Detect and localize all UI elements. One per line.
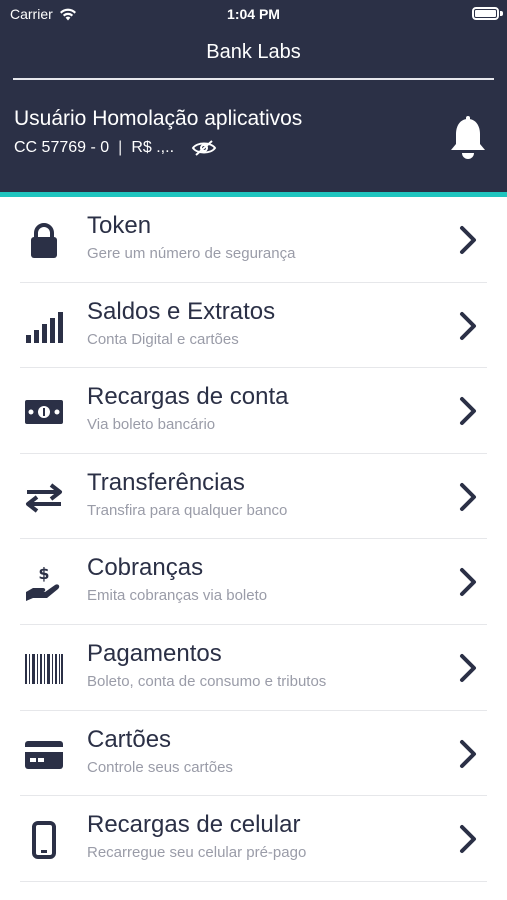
chevron-right-icon <box>460 653 476 682</box>
menu-item-cartoes[interactable]: Cartões Controle seus cartões <box>0 711 507 797</box>
chevron-right-icon <box>460 568 476 597</box>
bell-icon[interactable] <box>448 116 488 162</box>
row-divider <box>20 880 487 882</box>
title-divider <box>13 78 494 80</box>
chevron-right-icon <box>460 739 476 768</box>
menu-item-recargas-conta[interactable]: Recargas de conta Via boleto bancário <box>0 368 507 454</box>
menu-item-cobrancas[interactable]: $ Cobranças Emita cobranças via boleto <box>0 539 507 625</box>
menu-item-title: Cartões <box>87 725 172 753</box>
eye-slash-icon[interactable] <box>191 138 217 158</box>
menu-item-title: Recargas de celular <box>87 811 301 839</box>
menu-item-title: Token <box>87 212 152 239</box>
svg-text:$: $ <box>38 564 49 583</box>
battery-icon <box>472 7 499 20</box>
menu-item-saldos-extratos[interactable]: Saldos e Extratos Conta Digital e cartõe… <box>0 283 507 369</box>
user-name: Usuário Homolação aplicativos <box>14 107 303 130</box>
menu-item-recargas-celular[interactable]: Recargas de celular Recarregue seu celul… <box>0 796 507 882</box>
menu-item-title: Pagamentos <box>87 639 222 667</box>
chevron-right-icon <box>460 482 476 511</box>
account-separator: | <box>118 139 123 156</box>
menu-item-title: Cobranças <box>87 554 204 582</box>
chevron-right-icon <box>460 825 476 854</box>
credit-card-icon <box>24 735 64 775</box>
main-menu: Token Gere um número de segurança Saldos… <box>0 197 507 882</box>
barcode-icon <box>24 649 64 689</box>
menu-item-token[interactable]: Token Gere um número de segurança <box>0 197 507 283</box>
menu-item-title: Saldos e Extratos <box>87 297 276 325</box>
mobile-phone-icon <box>24 820 64 860</box>
account-number: CC 57769 - 0 <box>14 139 110 156</box>
chevron-right-icon <box>460 397 476 426</box>
menu-item-transferencias[interactable]: Transferências Transfira para qualquer b… <box>0 454 507 540</box>
account-info: CC 57769 - 0 | R$ .,.. <box>14 138 217 158</box>
menu-item-subtitle: Conta Digital e cartões <box>87 330 239 348</box>
account-balance: R$ .,.. <box>131 139 175 156</box>
lock-icon <box>24 221 64 261</box>
menu-item-title: Transferências <box>87 468 245 496</box>
battery-tip <box>500 11 503 16</box>
menu-item-subtitle: Via boleto bancário <box>87 416 216 434</box>
signal-bars-icon <box>24 307 64 347</box>
menu-item-pagamentos[interactable]: Pagamentos Boleto, conta de consumo e tr… <box>0 625 507 711</box>
chevron-right-icon <box>460 226 476 254</box>
menu-item-subtitle: Gere um número de segurança <box>87 245 296 262</box>
hand-dollar-icon: $ <box>24 563 64 603</box>
menu-item-subtitle: Boleto, conta de consumo e tributos <box>87 672 327 690</box>
money-bill-icon <box>24 392 64 432</box>
menu-item-subtitle: Transfira para qualquer banco <box>87 501 288 519</box>
menu-item-subtitle: Emita cobranças via boleto <box>87 587 268 605</box>
menu-item-subtitle: Recarregue seu celular pré-pago <box>87 844 307 862</box>
menu-item-title: Recargas de conta <box>87 383 289 411</box>
status-bar: Carrier 1:04 PM <box>0 0 507 30</box>
transfer-arrows-icon <box>24 478 64 518</box>
menu-item-subtitle: Controle seus cartões <box>87 758 233 776</box>
app-title: Bank Labs <box>206 41 301 63</box>
chevron-right-icon <box>460 311 476 340</box>
app-header: Carrier 1:04 PM Bank Labs Usuário Homola… <box>0 0 507 197</box>
status-time: 1:04 PM <box>227 6 280 22</box>
